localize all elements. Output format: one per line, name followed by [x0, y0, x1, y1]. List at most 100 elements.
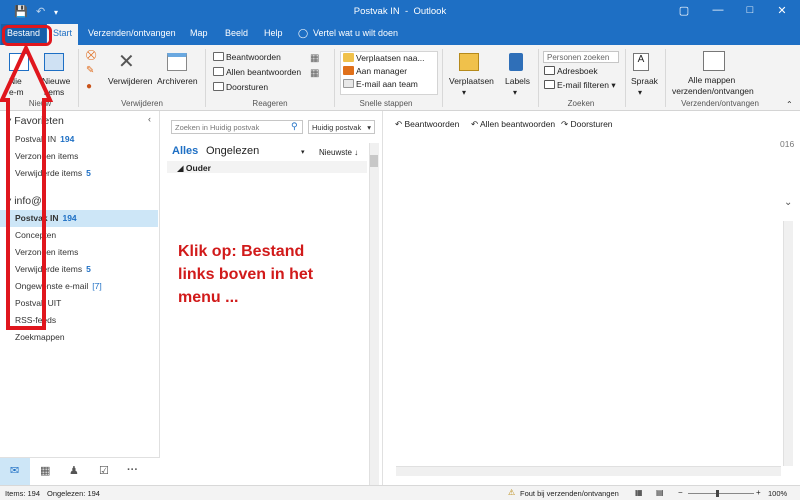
reply-button[interactable]: Beantwoorden — [213, 52, 281, 62]
filter-icon — [544, 80, 555, 89]
address-book-label: Adresboek — [557, 66, 598, 76]
reading-reply-all-button[interactable]: ↶ Allen beantwoorden — [471, 119, 555, 130]
collapse-pane-icon[interactable]: ‹ — [148, 114, 151, 124]
date-fragment: 016 — [780, 139, 795, 149]
close-icon[interactable]: ✕ — [772, 4, 792, 17]
archive-icon[interactable] — [167, 53, 187, 71]
separator — [205, 49, 206, 107]
reply-label: Beantwoorden — [226, 52, 281, 62]
more-respond-icon[interactable]: ▦ — [310, 68, 319, 79]
instruction-line-3: menu ... — [178, 289, 239, 307]
people-icon[interactable]: ♟ — [69, 464, 79, 477]
mail-icon — [343, 79, 354, 88]
list-scrollbar[interactable] — [369, 143, 379, 486]
send-receive-all-1[interactable]: Alle mappen — [688, 75, 735, 85]
reply-all-icon — [213, 67, 224, 76]
zoom-slider[interactable] — [688, 493, 754, 494]
quick-step-move[interactable]: Verplaatsen naa... — [343, 53, 425, 63]
chevron-down-icon[interactable]: ⌄ — [784, 197, 792, 208]
address-book-button[interactable]: Adresboek — [544, 66, 598, 76]
send-receive-all-2[interactable]: verzenden/ontvangen — [672, 86, 754, 96]
email-filter-button[interactable]: E-mail filteren ▾ — [544, 80, 616, 91]
zoom-slider-thumb[interactable] — [716, 490, 719, 497]
horizontal-scrollbar[interactable] — [396, 466, 781, 476]
warning-icon[interactable]: ⚠ — [508, 488, 515, 497]
email-filter-label: E-mail filteren — [557, 80, 609, 90]
search-input[interactable]: Zoeken in Huidig postvak — [171, 120, 303, 134]
labels-button[interactable]: Labels — [505, 76, 530, 86]
forward-button[interactable]: Doorsturen — [213, 82, 268, 92]
sort-label: Nieuwste — [319, 148, 352, 157]
separator — [665, 49, 666, 107]
junk-icon[interactable]: ● — [86, 81, 92, 92]
zoom-in-icon[interactable]: + — [756, 488, 761, 497]
ribbon: Nie e-m Nieuwe items Nieuw ⛒ ✎ ● ✕ Verwi… — [0, 45, 800, 111]
maximize-icon[interactable]: □ — [740, 4, 760, 16]
collapse-ribbon-icon[interactable]: ⌃ — [786, 100, 793, 109]
archive-button[interactable]: Archiveren — [157, 76, 198, 86]
delete-icon[interactable]: ✕ — [118, 49, 135, 74]
chevron-down-icon[interactable]: ▾ — [301, 148, 305, 156]
tab-view[interactable]: Beeld — [225, 28, 248, 38]
reading-view-icon[interactable]: ▤ — [656, 488, 664, 497]
scrollbar-thumb[interactable] — [370, 155, 378, 167]
status-unread: Ongelezen: 194 — [47, 489, 100, 498]
group-name: Ouder — [185, 163, 211, 173]
search-scope-select[interactable]: Huidig postvak ▾ — [308, 120, 375, 134]
tab-folder[interactable]: Map — [190, 28, 208, 38]
quick-step-label: Verplaatsen naa... — [356, 53, 425, 63]
menu-bar: Bestand Start Verzenden/ontvangen Map Be… — [0, 24, 800, 45]
ignore-icon[interactable]: ⛒ — [86, 50, 96, 61]
search-people-input[interactable]: Personen zoeken — [543, 51, 619, 63]
tag-icon[interactable] — [509, 53, 523, 71]
chevron-down-icon[interactable]: ▾ — [513, 88, 517, 97]
cleanup-icon[interactable]: ✎ — [86, 65, 94, 76]
search-icon[interactable]: ⚲ — [291, 121, 298, 132]
speech-icon[interactable]: A — [633, 53, 649, 71]
send-receive-icon[interactable] — [703, 51, 725, 71]
quick-step-label: Aan manager — [356, 66, 408, 76]
quick-step-manager[interactable]: Aan manager — [343, 66, 407, 76]
speech-button[interactable]: Spraak — [631, 76, 658, 86]
instruction-annotation: Klik op: Bestand links boven in het menu… — [178, 240, 328, 310]
group-find: Zoeken — [567, 99, 595, 108]
reading-forward-button[interactable]: ↷ Doorsturen — [561, 119, 613, 130]
reading-reply-button[interactable]: ↶ Beantwoorden — [395, 119, 459, 130]
calendar-icon[interactable]: ▦ — [40, 464, 50, 477]
tab-send-receive[interactable]: Verzenden/ontvangen — [88, 28, 176, 38]
delete-button[interactable]: Verwijderen — [108, 76, 152, 86]
normal-view-icon[interactable]: ▦ — [635, 488, 643, 497]
move-button[interactable]: Verplaatsen — [449, 76, 494, 86]
meeting-icon[interactable]: ▦ — [310, 53, 319, 64]
instruction-line-2: links boven in het — [178, 266, 314, 284]
sort-button[interactable]: Nieuwste ↓ — [319, 148, 358, 157]
group-respond: Reageren — [252, 99, 288, 108]
up-arrow-annotation — [0, 43, 54, 330]
zoom-level[interactable]: 100% — [768, 489, 787, 498]
chevron-down-icon[interactable]: ▾ — [638, 88, 642, 97]
tab-help[interactable]: Help — [264, 28, 283, 38]
tell-me-box[interactable]: Vertel wat u wilt doen — [313, 28, 398, 38]
more-icon[interactable]: ··· — [127, 464, 138, 476]
ribbon-display-icon[interactable]: ▢ — [674, 4, 694, 17]
move-icon[interactable] — [459, 53, 479, 71]
mail-icon[interactable]: ✉ — [10, 464, 19, 477]
arrow-outline — [0, 43, 54, 330]
reply-all-button[interactable]: Allen beantwoorden — [213, 67, 301, 77]
chevron-down-icon[interactable]: ▾ — [462, 88, 466, 97]
tasks-icon[interactable]: ☑ — [99, 464, 109, 477]
title-bar: 💾 ↶ ▾ Postvak IN - Outlook ▢ — □ ✕ — [0, 0, 800, 24]
group-quick-steps: Snelle stappen — [359, 99, 413, 108]
quick-step-team[interactable]: E-mail aan team — [343, 79, 418, 89]
status-items: Items: 194 — [5, 489, 41, 498]
filter-unread[interactable]: Ongelezen — [206, 145, 259, 157]
zoom-out-icon[interactable]: − — [678, 488, 683, 497]
reading-scrollbar[interactable] — [783, 221, 793, 466]
reading-pane: ↶ Beantwoorden ↶ Allen beantwoorden ↷ Do… — [384, 111, 800, 486]
status-error[interactable]: Fout bij verzenden/ontvangen — [520, 489, 619, 498]
minimize-icon[interactable]: — — [708, 4, 728, 16]
separator — [625, 49, 626, 107]
filter-all[interactable]: Alles — [172, 145, 198, 157]
folder-count: 194 — [62, 213, 77, 223]
folder-count: 5 — [86, 264, 91, 274]
